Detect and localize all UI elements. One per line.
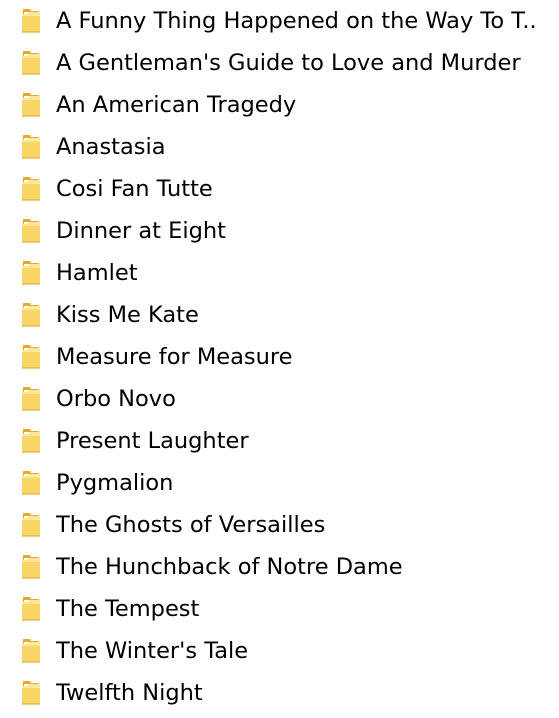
folder-icon (21, 680, 41, 705)
folder-item[interactable]: Measure for Measure (0, 336, 559, 378)
folder-name: Orbo Novo (56, 386, 176, 412)
folder-name: The Ghosts of Versailles (56, 512, 326, 538)
folder-item[interactable]: Twelfth Night (0, 672, 559, 714)
folder-item[interactable]: The Winter's Tale (0, 630, 559, 672)
folder-item[interactable]: Kiss Me Kate (0, 294, 559, 336)
folder-item[interactable]: The Hunchback of Notre Dame (0, 546, 559, 588)
folder-name: Cosi Fan Tutte (56, 176, 213, 202)
folder-name: The Tempest (56, 596, 200, 622)
folder-item[interactable]: Cosi Fan Tutte (0, 168, 559, 210)
folder-item[interactable]: A Gentleman's Guide to Love and Murder (0, 42, 559, 84)
folder-name: Pygmalion (56, 470, 174, 496)
folder-icon (21, 344, 41, 369)
folder-icon (21, 428, 41, 453)
folder-icon (21, 596, 41, 621)
folder-name: Dinner at Eight (56, 218, 226, 244)
folder-icon (21, 92, 41, 117)
folder-name: Twelfth Night (56, 680, 203, 706)
folder-item[interactable]: Anastasia (0, 126, 559, 168)
folder-icon (21, 260, 41, 285)
folder-icon (21, 218, 41, 243)
folder-icon (21, 8, 41, 33)
folder-item[interactable]: Present Laughter (0, 420, 559, 462)
folder-icon (21, 176, 41, 201)
folder-item[interactable]: Hamlet (0, 252, 559, 294)
folder-item[interactable]: The Ghosts of Versailles (0, 504, 559, 546)
folder-icon (21, 470, 41, 495)
folder-name: An American Tragedy (56, 92, 297, 118)
folder-icon (21, 638, 41, 663)
folder-name: Present Laughter (56, 428, 249, 454)
folder-list: A Funny Thing Happened on the Way To T..… (0, 0, 559, 714)
folder-name: The Winter's Tale (56, 638, 249, 664)
folder-name: Anastasia (56, 134, 166, 160)
folder-icon (21, 512, 41, 537)
folder-name: Hamlet (56, 260, 138, 286)
folder-item[interactable]: Orbo Novo (0, 378, 559, 420)
folder-name: Kiss Me Kate (56, 302, 199, 328)
folder-name: Measure for Measure (56, 344, 293, 370)
folder-name: A Gentleman's Guide to Love and Murder (56, 50, 521, 76)
folder-item[interactable]: A Funny Thing Happened on the Way To T.. (0, 0, 559, 42)
folder-item[interactable]: Dinner at Eight (0, 210, 559, 252)
folder-icon (21, 554, 41, 579)
folder-item[interactable]: The Tempest (0, 588, 559, 630)
folder-icon (21, 302, 41, 327)
folder-item[interactable]: An American Tragedy (0, 84, 559, 126)
folder-item[interactable]: Pygmalion (0, 462, 559, 504)
folder-icon (21, 134, 41, 159)
folder-icon (21, 50, 41, 75)
folder-name: A Funny Thing Happened on the Way To T.. (56, 8, 537, 34)
folder-name: The Hunchback of Notre Dame (56, 554, 403, 580)
folder-icon (21, 386, 41, 411)
